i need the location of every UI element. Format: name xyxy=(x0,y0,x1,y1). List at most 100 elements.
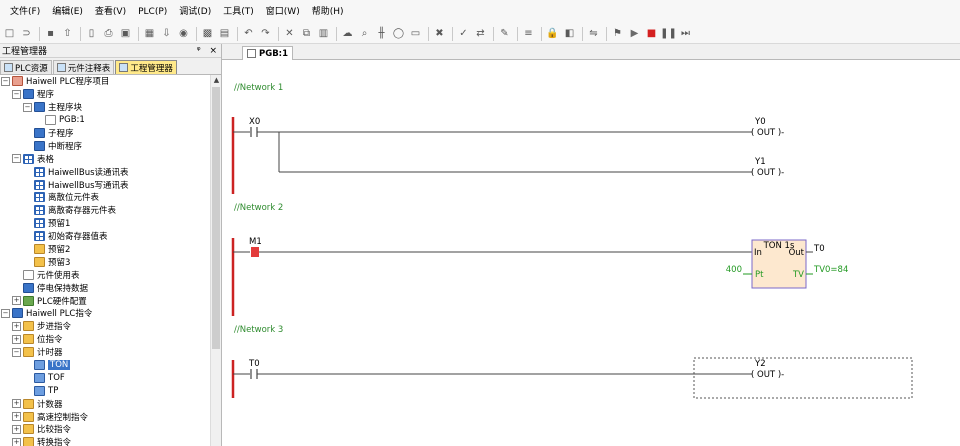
redo-icon[interactable]: ↷ xyxy=(258,26,273,41)
tree-item[interactable]: − 表格 xyxy=(0,152,221,165)
box-icon[interactable]: ▭ xyxy=(408,26,423,41)
tree-item[interactable]: 子程序 xyxy=(0,127,221,140)
tree-item[interactable]: HaiwellBus写通讯表 xyxy=(0,178,221,191)
tab-component-comments[interactable]: 元件注释表 xyxy=(52,60,115,74)
new-icon[interactable]: □ xyxy=(2,26,17,41)
ladder-icon[interactable]: ≡ xyxy=(521,26,536,41)
menu-item-5[interactable]: 工具(T) xyxy=(217,0,260,24)
scroll-thumb[interactable] xyxy=(212,87,220,349)
tree-item[interactable]: − Haiwell PLC指令 xyxy=(0,307,221,320)
collapse-icon[interactable]: − xyxy=(12,347,21,357)
paste-icon[interactable]: ▥ xyxy=(316,26,331,41)
tree-item[interactable]: TON xyxy=(0,359,221,372)
tree-item[interactable]: 预留2 xyxy=(0,243,221,256)
collapse-icon[interactable]: − xyxy=(12,89,21,99)
collapse-icon[interactable]: − xyxy=(23,102,32,112)
coil-icon[interactable]: ◯ xyxy=(391,26,406,41)
tree-item[interactable]: TP xyxy=(0,384,221,397)
preset-value: 400 xyxy=(726,265,742,275)
page-icon[interactable]: ▯ xyxy=(84,26,99,41)
tree-item[interactable]: + 位指令 xyxy=(0,333,221,346)
pause-icon[interactable]: ❚❚ xyxy=(660,26,677,41)
tree-item[interactable]: 离散位元件表 xyxy=(0,191,221,204)
cut-icon[interactable]: ✕ xyxy=(282,26,297,41)
tree-item[interactable]: + 步进指令 xyxy=(0,320,221,333)
tree-item[interactable]: + PLC硬件配置 xyxy=(0,294,221,307)
tree-item[interactable]: HaiwellBus读通讯表 xyxy=(0,165,221,178)
expand-icon[interactable]: + xyxy=(12,412,21,422)
expand-icon[interactable]: + xyxy=(12,399,21,409)
run-mode-icon[interactable]: ⚑ xyxy=(610,26,625,41)
copy-icon[interactable]: ⧉ xyxy=(299,26,314,41)
grid-icon[interactable]: ▩ xyxy=(200,26,215,41)
preview-icon[interactable]: ▣ xyxy=(118,26,133,41)
unlock-icon[interactable]: ◧ xyxy=(562,26,577,41)
tree-item[interactable]: TOF xyxy=(0,371,221,384)
save-icon[interactable]: ▪ xyxy=(43,26,58,41)
find-icon[interactable]: ⌕ xyxy=(357,26,372,41)
download-icon[interactable]: ⇩ xyxy=(159,26,174,41)
upload-icon[interactable]: ⇧ xyxy=(60,26,75,41)
tab-project-manager[interactable]: 工程管理器 xyxy=(115,60,177,74)
comment-icon[interactable]: ✎ xyxy=(497,26,512,41)
collapse-icon[interactable]: − xyxy=(1,76,10,86)
blue-node-icon xyxy=(34,140,45,151)
tree-item[interactable]: 预留3 xyxy=(0,255,221,268)
contact-icon[interactable]: ╫ xyxy=(374,26,389,41)
scroll-up-icon[interactable]: ▲ xyxy=(211,75,221,86)
tree-item[interactable]: − 主程序块 xyxy=(0,101,221,114)
stop-icon[interactable]: ■ xyxy=(644,26,659,41)
menu-item-1[interactable]: 编辑(E) xyxy=(46,0,89,24)
tree-item[interactable]: PGB:1 xyxy=(0,114,221,127)
table-icon[interactable]: ▤ xyxy=(217,26,232,41)
print-icon[interactable]: ⎙ xyxy=(101,26,116,41)
tab-pgb1[interactable]: PGB:1 xyxy=(242,46,293,60)
menu-item-4[interactable]: 调试(D) xyxy=(173,0,217,24)
find-replace-icon[interactable]: ⇄ xyxy=(473,26,488,41)
compile-icon[interactable]: ✓ xyxy=(456,26,471,41)
tree-item-label: TOF xyxy=(48,372,65,383)
menu-item-2[interactable]: 查看(V) xyxy=(89,0,132,24)
pin-icon[interactable]: ᵠ xyxy=(197,46,201,56)
tree-item[interactable]: + 计数器 xyxy=(0,397,221,410)
menu-item-3[interactable]: PLC(P) xyxy=(132,0,173,24)
menu-item-7[interactable]: 帮助(H) xyxy=(306,0,350,24)
tree-item[interactable]: + 比较指令 xyxy=(0,423,221,436)
out-name: T0 xyxy=(813,244,825,254)
expand-icon[interactable]: + xyxy=(12,334,21,344)
menu-item-6[interactable]: 窗口(W) xyxy=(260,0,306,24)
ladder-diagram[interactable]: //Network 1//Network 2//Network 3X0 Y0( O… xyxy=(222,60,960,446)
collapse-icon[interactable]: − xyxy=(12,154,21,164)
plc-icon[interactable]: ▦ xyxy=(142,26,157,41)
step-icon[interactable]: ⏭ xyxy=(678,26,693,41)
tree-item[interactable]: 中断程序 xyxy=(0,139,221,152)
tree-item[interactable]: 预留1 xyxy=(0,217,221,230)
tree-item[interactable]: 元件使用表 xyxy=(0,268,221,281)
collapse-icon[interactable]: − xyxy=(1,308,10,318)
tree-item[interactable]: 停电保持数据 xyxy=(0,281,221,294)
transfer-icon[interactable]: ⇋ xyxy=(586,26,601,41)
tree-item[interactable]: − Haiwell PLC程序项目 xyxy=(0,75,221,88)
delete-icon[interactable]: ✖ xyxy=(432,26,447,41)
run-icon[interactable]: ▶ xyxy=(627,26,642,41)
lock-icon[interactable]: 🔒 xyxy=(545,26,560,41)
tree-item-label: 预留2 xyxy=(48,245,71,256)
cloud-icon[interactable]: ☁ xyxy=(340,26,355,41)
open-icon[interactable]: ⊃ xyxy=(19,26,34,41)
tree-scrollbar[interactable]: ▲ xyxy=(210,75,221,446)
tree-item[interactable]: 初始寄存器值表 xyxy=(0,230,221,243)
tree-item[interactable]: − 计时器 xyxy=(0,346,221,359)
expand-icon[interactable]: + xyxy=(12,424,21,434)
menu-item-0[interactable]: 文件(F) xyxy=(4,0,46,24)
close-icon[interactable]: × xyxy=(209,46,217,56)
tab-plc-resources[interactable]: PLC资源 xyxy=(0,60,52,74)
tree-item[interactable]: 离散寄存器元件表 xyxy=(0,204,221,217)
tree-item[interactable]: + 转换指令 xyxy=(0,436,221,446)
expand-icon[interactable]: + xyxy=(12,437,21,446)
monitor-icon[interactable]: ◉ xyxy=(176,26,191,41)
tree-item[interactable]: − 程序 xyxy=(0,88,221,101)
expand-icon[interactable]: + xyxy=(12,296,21,306)
expand-icon[interactable]: + xyxy=(12,321,21,331)
tree-item[interactable]: + 高速控制指令 xyxy=(0,410,221,423)
undo-icon[interactable]: ↶ xyxy=(241,26,256,41)
